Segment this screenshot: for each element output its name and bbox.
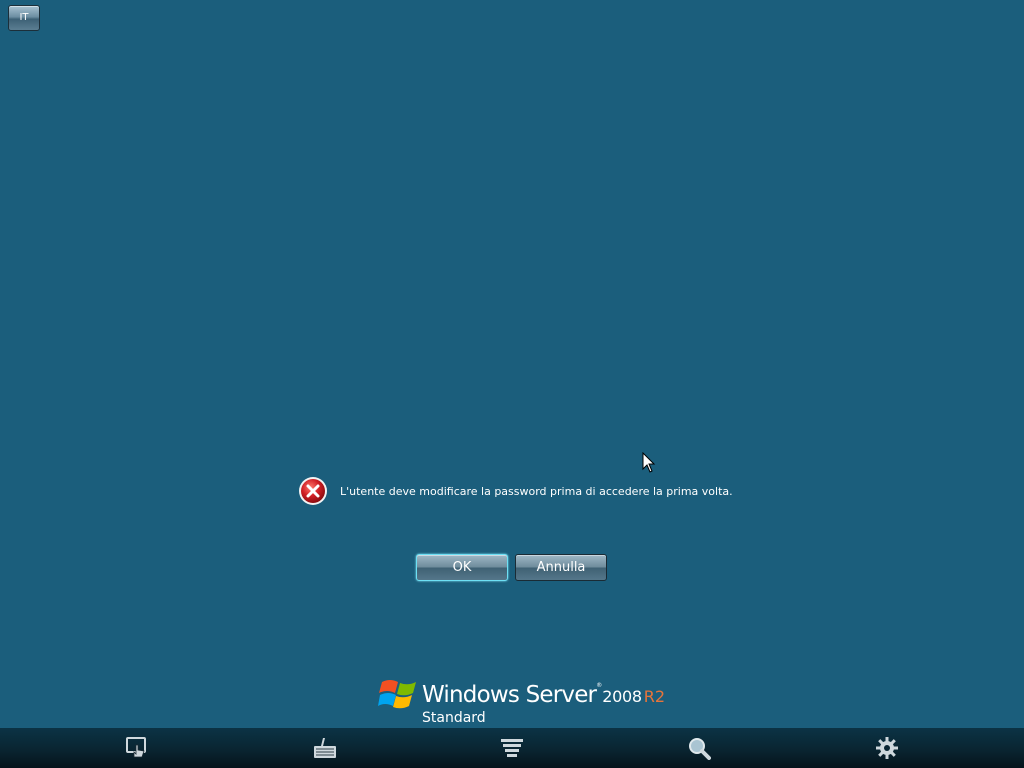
windows-flag-icon xyxy=(378,680,416,709)
product-name: Windows Server®2008 R2 xyxy=(422,682,665,708)
ease-of-access-icon[interactable] xyxy=(125,736,149,760)
ok-button[interactable]: OK xyxy=(416,554,508,581)
on-screen-keyboard-icon[interactable] xyxy=(313,736,337,760)
bottom-toolbar xyxy=(0,728,1024,768)
settings-icon[interactable] xyxy=(875,736,899,760)
error-icon xyxy=(299,477,327,505)
logon-screen: IT L'utente deve modificare la password … xyxy=(0,0,1024,768)
magnifier-icon[interactable] xyxy=(687,736,711,760)
error-message: L'utente deve modificare la password pri… xyxy=(340,484,733,498)
mouse-cursor-icon xyxy=(642,452,656,473)
windows-server-logo: Windows Server®2008 R2 Standard xyxy=(378,672,665,728)
product-edition: Standard xyxy=(422,710,486,726)
language-button[interactable]: IT xyxy=(8,5,40,31)
error-message-row: L'utente deve modificare la password pri… xyxy=(298,475,733,507)
product-release: R2 xyxy=(643,687,666,706)
product-version: 2008 xyxy=(602,687,642,706)
cancel-button[interactable]: Annulla xyxy=(515,554,607,581)
product-title: Windows Server xyxy=(422,682,597,708)
narrator-icon[interactable] xyxy=(500,736,524,760)
